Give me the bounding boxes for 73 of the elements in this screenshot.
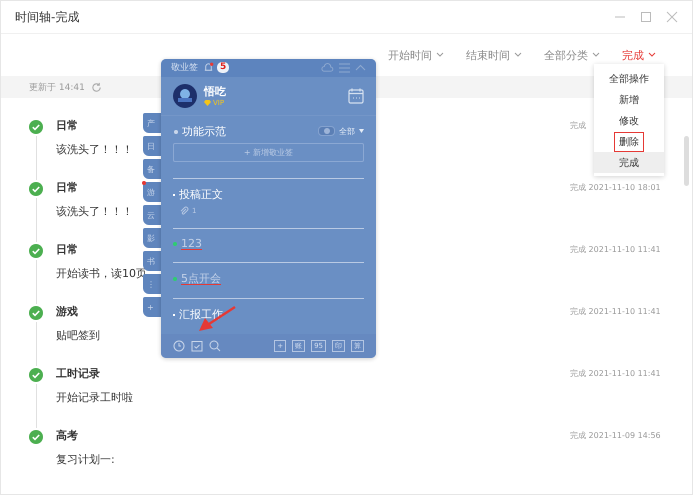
- entry-date: 完成 2021-11-10 11:41: [570, 244, 661, 255]
- entry-category: 工时记录: [56, 366, 100, 381]
- check-circle-icon: [29, 430, 43, 444]
- filter-dropdown[interactable]: 全部分类: [544, 48, 600, 62]
- collapse-icon[interactable]: [355, 64, 366, 72]
- entry-category: 日常: [56, 242, 78, 257]
- entry-date: 完成: [570, 120, 586, 131]
- entry-text: 开始记录工时啦: [56, 390, 133, 405]
- chevron-down-icon: [514, 52, 522, 58]
- side-tab[interactable]: 日: [143, 136, 161, 156]
- menu-item[interactable]: 新增: [594, 89, 664, 110]
- filter-dropdown[interactable]: 开始时间: [388, 48, 444, 62]
- group-title: 功能示范: [174, 124, 226, 139]
- filter-dropdown[interactable]: 结束时间: [466, 48, 522, 62]
- calendar-icon[interactable]: [348, 88, 364, 104]
- entry-category: 日常: [56, 118, 78, 133]
- window-title: 时间轴-完成: [15, 8, 80, 26]
- badge-count: 5: [217, 62, 230, 74]
- chevron-down-icon: [436, 52, 444, 58]
- scrollbar[interactable]: [684, 136, 689, 186]
- clock-icon[interactable]: [173, 340, 185, 352]
- add-note-button[interactable]: + 新增敬业签: [173, 142, 364, 162]
- menu-item[interactable]: 删除: [594, 131, 664, 152]
- side-tab[interactable]: 云: [143, 205, 161, 225]
- check-circle-icon: [29, 306, 43, 320]
- side-tab[interactable]: 产: [143, 113, 161, 133]
- entry-category: 日常: [56, 180, 78, 195]
- note-text: 123: [181, 237, 202, 250]
- toggle-switch[interactable]: [318, 126, 335, 136]
- side-tab[interactable]: 书: [143, 251, 161, 271]
- panel-title: 敬业签: [171, 62, 198, 74]
- side-tab[interactable]: 备: [143, 159, 161, 179]
- entry-text: 复习计划一:: [56, 452, 115, 467]
- check-circle-icon: [29, 120, 43, 134]
- check-circle-icon: [29, 182, 43, 196]
- search-icon[interactable]: [209, 340, 221, 352]
- side-tab[interactable]: 游: [143, 182, 161, 202]
- update-time: 更新于 14:41: [29, 82, 85, 94]
- entry-date: 完成 2021-11-09 14:56: [570, 430, 661, 441]
- close-icon[interactable]: [666, 11, 678, 23]
- entry-date: 完成 2021-11-10 11:41: [570, 306, 661, 317]
- entry-text: 该洗头了！！！: [56, 204, 133, 219]
- side-tab[interactable]: +: [143, 297, 161, 317]
- menu-item[interactable]: 完成: [594, 152, 664, 173]
- note-text: 投稿正文: [179, 187, 223, 202]
- check-circle-icon: [29, 244, 43, 258]
- side-tab[interactable]: ⋮: [143, 274, 161, 294]
- note-text: 5点开会: [181, 271, 221, 286]
- chevron-down-icon: [592, 52, 600, 58]
- diamond-icon: [204, 100, 211, 106]
- avatar[interactable]: [173, 84, 197, 108]
- calendar-check-icon[interactable]: [191, 340, 203, 352]
- paperclip-icon: [179, 206, 189, 216]
- entry-category: 游戏: [56, 304, 78, 319]
- menu-icon[interactable]: [339, 62, 350, 73]
- menu-item[interactable]: 修改: [594, 110, 664, 131]
- entry-date: 完成 2021-11-10 18:01: [570, 182, 661, 193]
- filter-dropdown[interactable]: 完成: [622, 48, 656, 62]
- caret-icon: [359, 129, 364, 134]
- user-name: 悟吃: [204, 84, 226, 100]
- filter-dropdown[interactable]: 全部: [339, 126, 355, 137]
- refresh-icon[interactable]: [90, 82, 102, 92]
- entry-text: 贴吧签到: [56, 328, 100, 343]
- maximize-icon[interactable]: [640, 11, 652, 23]
- menu-item[interactable]: 全部操作: [594, 68, 664, 89]
- entry-category: 高考: [56, 428, 78, 443]
- chevron-down-icon: [648, 52, 656, 58]
- entry-text: 该洗头了！！！: [56, 142, 133, 157]
- check-circle-icon: [29, 368, 43, 382]
- side-tab[interactable]: 影: [143, 228, 161, 248]
- cloud-icon[interactable]: [321, 62, 334, 74]
- bell-icon[interactable]: [203, 62, 214, 74]
- entry-date: 完成 2021-11-10 11:41: [570, 368, 661, 379]
